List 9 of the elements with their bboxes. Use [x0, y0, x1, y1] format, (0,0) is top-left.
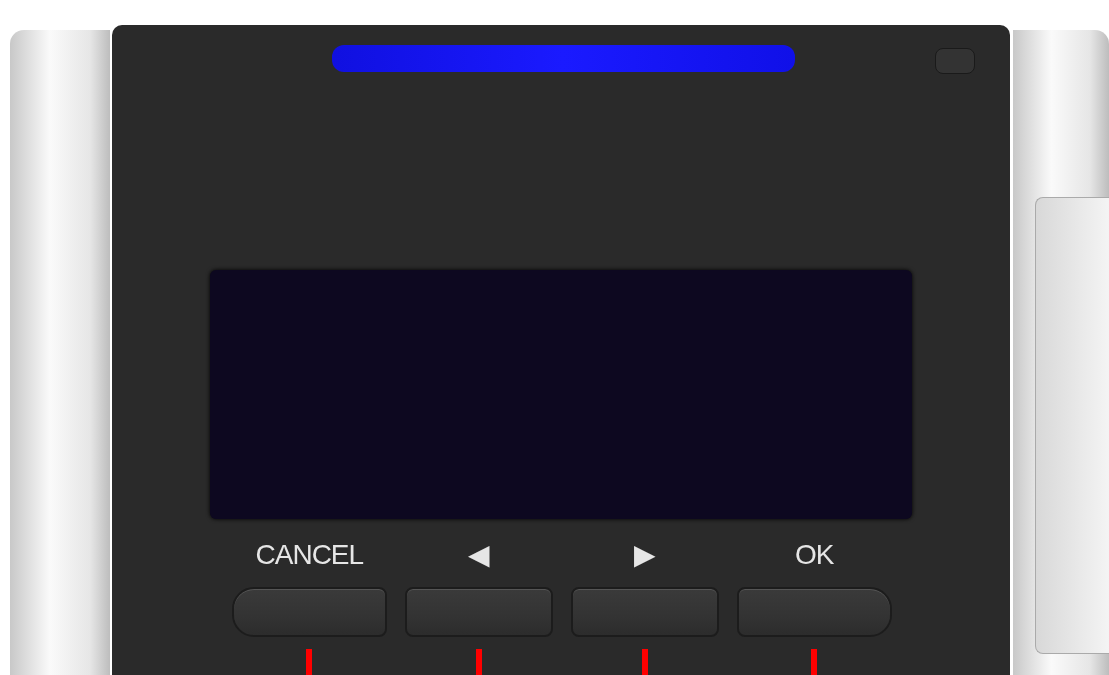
key-button[interactable]: [231, 587, 387, 637]
key-button[interactable]: [404, 587, 553, 637]
key-button[interactable]: [736, 587, 892, 637]
key-label: ▶: [634, 538, 656, 572]
key-label: ◀: [468, 538, 490, 572]
sensor-window: [934, 48, 975, 74]
key-label: CANCEL: [255, 538, 364, 572]
key-button[interactable]: [570, 587, 719, 637]
key-label: OK: [795, 538, 834, 572]
